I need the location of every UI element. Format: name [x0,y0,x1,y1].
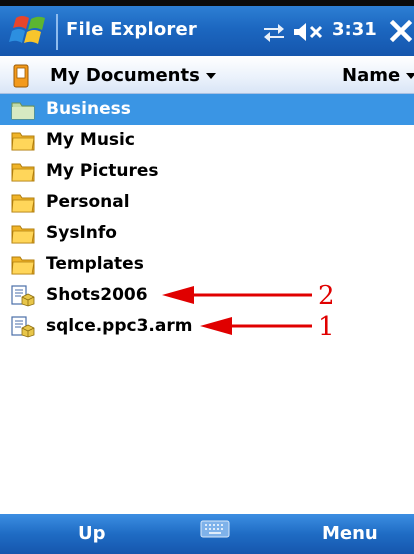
up-button[interactable]: Up [78,523,106,544]
folder-dropdown[interactable]: My Documents [50,65,216,86]
windows-start-icon[interactable] [8,12,52,52]
installer-file-icon [11,285,35,307]
menu-button[interactable]: Menu [322,523,378,544]
list-item[interactable]: Business [0,94,414,125]
list-item[interactable]: sqlce.ppc3.arm [0,311,414,342]
connectivity-icon[interactable] [262,21,286,43]
folder-icon [11,132,35,151]
folder-icon [11,194,35,213]
title-divider [56,14,58,50]
app-title: File Explorer [66,19,197,40]
title-bar: File Explorer 3:31 [0,0,414,56]
folder-icon [11,102,35,120]
list-item[interactable]: Shots2006 [0,280,414,311]
sort-dropdown[interactable]: Name [342,65,414,86]
annotation-number: 2 [318,281,335,311]
list-item[interactable]: Templates [0,249,414,280]
clock: 3:31 [332,19,377,40]
chevron-down-icon [205,73,216,79]
list-item-label: SysInfo [46,223,117,243]
list-item[interactable]: My Pictures [0,156,414,187]
softkey-bar: Up Menu [0,514,414,554]
list-item-label: Personal [46,192,130,212]
folder-icon [11,225,35,244]
close-icon[interactable] [388,18,414,44]
speaker-muted-icon[interactable] [292,21,326,43]
list-item-label: Templates [46,254,144,274]
folder-icon [11,163,35,182]
list-item-label: sqlce.ppc3.arm [46,316,193,336]
keyboard-icon[interactable] [200,520,230,538]
sort-dropdown-label: Name [342,65,401,86]
chevron-down-icon [406,73,414,79]
header-bar: My Documents Name [0,56,414,94]
device-icon [13,64,29,88]
installer-file-icon [11,316,35,338]
file-list: Business My Music My Pictures Personal S… [0,94,414,342]
folder-dropdown-label: My Documents [50,65,200,86]
annotation-number: 1 [318,312,335,342]
list-item-label: My Pictures [46,161,159,181]
list-item[interactable]: Personal [0,187,414,218]
list-item-label: Shots2006 [46,285,148,305]
list-item[interactable]: SysInfo [0,218,414,249]
list-item-label: Business [46,99,131,119]
list-item[interactable]: My Music [0,125,414,156]
folder-icon [11,256,35,275]
list-item-label: My Music [46,130,135,150]
